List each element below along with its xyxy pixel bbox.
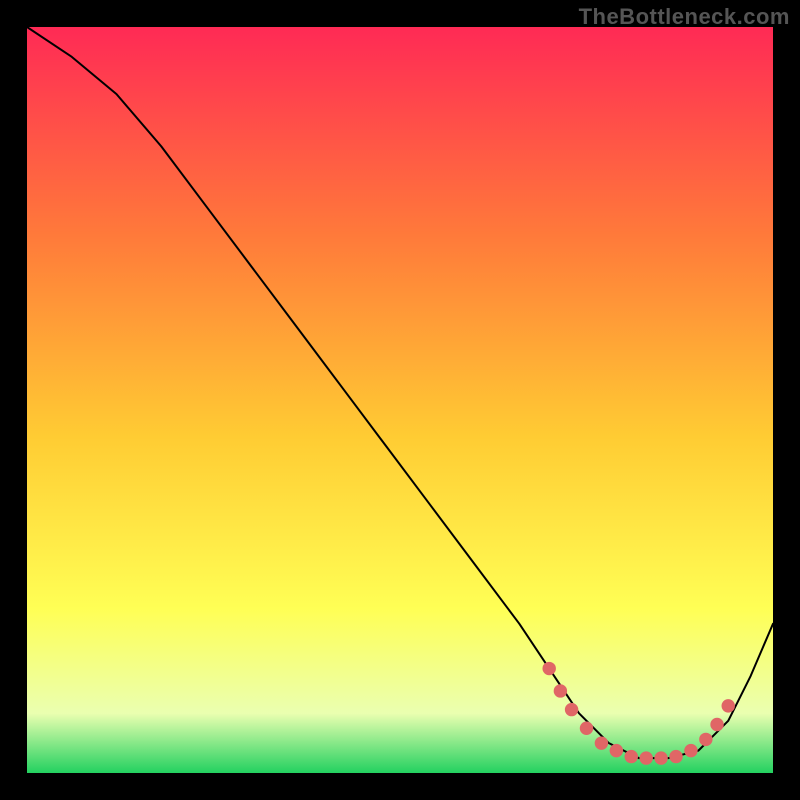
marker-dot <box>654 751 667 764</box>
gradient-background <box>27 27 773 773</box>
chart-svg <box>27 27 773 773</box>
marker-dot <box>610 744 623 757</box>
marker-dot <box>684 744 697 757</box>
chart-frame: { "attribution": "TheBottleneck.com", "c… <box>0 0 800 800</box>
marker-dot <box>699 733 712 746</box>
marker-dot <box>639 751 652 764</box>
marker-dot <box>595 736 608 749</box>
marker-dot <box>542 662 555 675</box>
marker-dot <box>554 684 567 697</box>
marker-dot <box>625 750 638 763</box>
chart-plot <box>27 27 773 773</box>
marker-dot <box>669 750 682 763</box>
attribution-text: TheBottleneck.com <box>579 4 790 30</box>
marker-dot <box>710 718 723 731</box>
marker-dot <box>565 703 578 716</box>
marker-dot <box>580 722 593 735</box>
marker-dot <box>722 699 735 712</box>
